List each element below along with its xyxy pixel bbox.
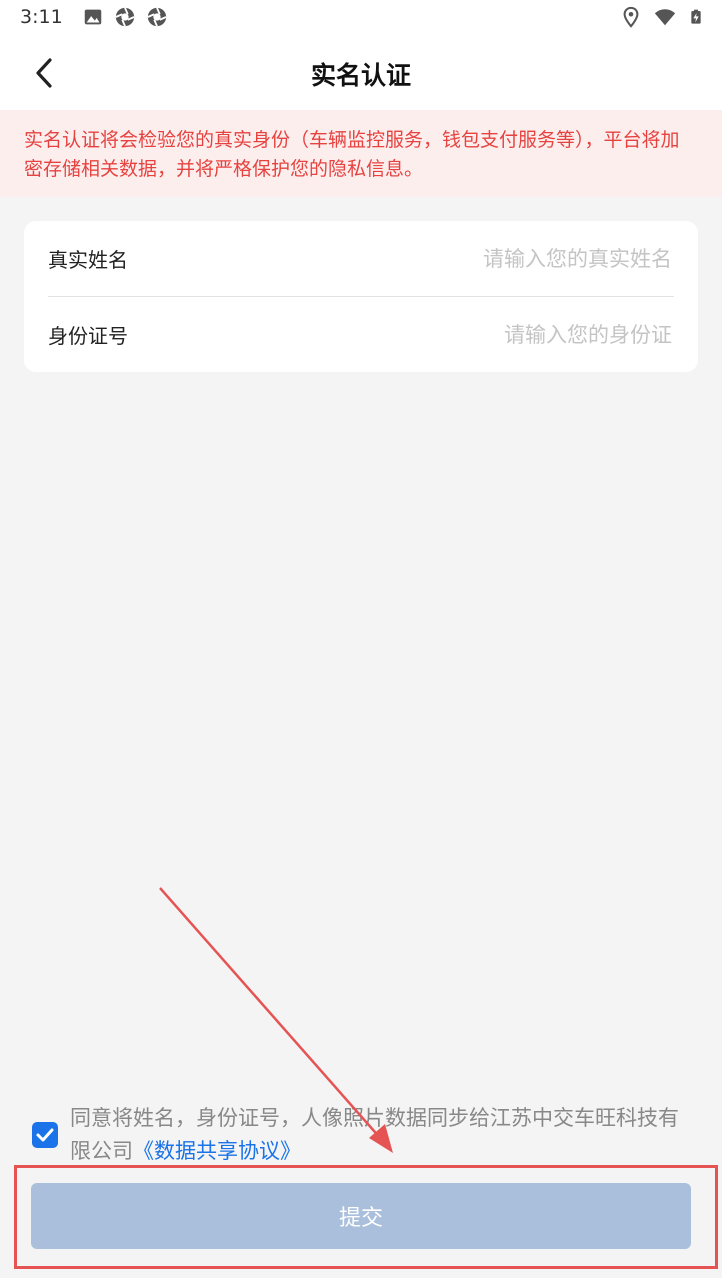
checkmark-icon	[36, 1128, 54, 1142]
page-title: 实名认证	[310, 61, 411, 90]
agreement-text: 同意将姓名，身份证号，人像照片数据同步给江苏中交车旺科技有限公司《数据共享协议》	[70, 1102, 697, 1168]
id-number-row: 身份证号	[48, 297, 674, 372]
real-name-row: 真实姓名	[48, 221, 674, 297]
aperture-icon	[147, 7, 167, 27]
agreement-row: 同意将姓名，身份证号，人像照片数据同步给江苏中交车旺科技有限公司《数据共享协议》	[32, 1102, 697, 1168]
notification-icons	[82, 6, 168, 28]
image-icon	[84, 9, 102, 25]
id-number-input[interactable]	[350, 321, 674, 348]
navigation-bar: 实名认证	[0, 36, 722, 110]
submit-button[interactable]: 提交	[31, 1183, 691, 1249]
id-number-label: 身份证号	[48, 324, 128, 348]
identity-form: 真实姓名 身份证号	[24, 221, 698, 372]
privacy-notice-text: 实名认证将会检验您的真实身份（车辆监控服务，钱包支付服务等），平台将加密存储相关…	[24, 129, 680, 180]
privacy-notice: 实名认证将会检验您的真实身份（车辆监控服务，钱包支付服务等），平台将加密存储相关…	[0, 110, 722, 197]
location-icon	[623, 6, 639, 28]
aperture-icon	[115, 7, 135, 27]
wifi-icon	[654, 9, 676, 26]
system-icons	[620, 6, 704, 28]
agreement-checkbox[interactable]	[32, 1122, 58, 1148]
real-name-label: 真实姓名	[48, 248, 128, 272]
data-sharing-agreement-link[interactable]: 《数据共享协议》	[133, 1139, 301, 1163]
status-bar: 3:11	[0, 0, 722, 36]
real-name-input[interactable]	[350, 245, 674, 272]
status-time: 3:11	[20, 6, 63, 28]
battery-charging-icon	[691, 9, 701, 24]
